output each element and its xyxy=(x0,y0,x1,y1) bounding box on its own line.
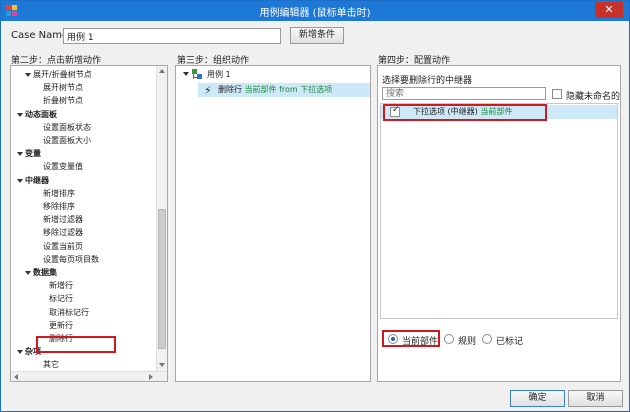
expand-toggle-icon[interactable] xyxy=(17,152,23,157)
action-tree-item[interactable]: 设置当前页 xyxy=(43,241,83,253)
scroll-up-icon[interactable] xyxy=(159,69,165,73)
scroll-thumb[interactable] xyxy=(158,209,166,349)
add-condition-button[interactable]: 新增条件 xyxy=(290,27,344,44)
action-tree-item[interactable]: 设置面板状态 xyxy=(43,122,91,134)
action-tree-item[interactable]: 设置每页项目数 xyxy=(43,254,99,266)
expand-toggle-icon[interactable] xyxy=(17,350,23,355)
select-repeater-label: 选择要删除行的中继器 xyxy=(382,76,473,86)
title-bar[interactable]: 用例编辑器 (鼠标单击时) ✕ xyxy=(1,1,629,21)
action-tree-item[interactable]: 变量 xyxy=(25,148,41,160)
close-button[interactable]: ✕ xyxy=(595,2,623,18)
radio-label-1: 规则 xyxy=(458,337,477,347)
expand-case-icon[interactable] xyxy=(183,72,189,76)
repeater-search-input[interactable] xyxy=(382,87,546,100)
action-detail: 当前部件 from 下拉选项 xyxy=(244,85,333,94)
vertical-scrollbar[interactable] xyxy=(156,66,167,371)
action-node[interactable]: 删除行 当前部件 from 下拉选项 xyxy=(218,84,332,96)
radio-option-2[interactable] xyxy=(482,334,492,344)
cancel-button[interactable]: 取消 xyxy=(568,390,623,407)
action-tree-item[interactable]: 新增行 xyxy=(49,280,73,292)
scroll-down-icon[interactable] xyxy=(159,363,165,367)
case-name-input[interactable] xyxy=(63,28,281,44)
action-tree-item[interactable]: 设置变量值 xyxy=(43,161,83,173)
action-tree-item[interactable]: 移除过滤器 xyxy=(43,227,83,239)
action-tree-item[interactable]: 展开树节点 xyxy=(43,82,83,94)
scroll-left-icon[interactable] xyxy=(14,374,18,380)
ok-button[interactable]: 确定 xyxy=(510,390,565,407)
highlight-current-widget xyxy=(382,330,440,347)
action-tree-item[interactable]: 展开/折叠树节点 xyxy=(33,69,92,81)
action-label: 删除行 xyxy=(218,85,242,94)
hide-unnamed-checkbox[interactable] xyxy=(552,89,562,99)
case-name-label: Case Name xyxy=(11,30,69,41)
window-title: 用例编辑器 (鼠标单击时) xyxy=(259,8,371,19)
action-tree-item[interactable]: 其它 xyxy=(43,359,59,371)
expand-toggle-icon[interactable] xyxy=(17,112,23,117)
lightning-icon: ⚡ xyxy=(204,84,212,97)
action-tree-item[interactable]: 更新行 xyxy=(49,320,73,332)
case-editor-window: 用例编辑器 (鼠标单击时) ✕ Case Name 新增条件 第二步：点击新增动… xyxy=(0,0,630,412)
highlight-delete-row xyxy=(36,336,116,353)
action-tree-item[interactable]: 折叠树节点 xyxy=(43,95,83,107)
repeater-list: ✓ 下拉选项 (中继器) 当前部件 xyxy=(380,103,618,319)
action-tree-item[interactable]: 动态面板 xyxy=(25,109,57,121)
action-tree-item[interactable]: 设置面板大小 xyxy=(43,135,91,147)
radio-label-2: 已标记 xyxy=(496,337,524,347)
case-node[interactable]: 用例 1 xyxy=(207,69,231,81)
step3-organize-panel: 用例 1 ⚡ 删除行 当前部件 from 下拉选项 xyxy=(175,65,371,382)
close-icon: ✕ xyxy=(604,3,614,16)
action-tree-item[interactable]: 新增排序 xyxy=(43,188,75,200)
action-tree-item[interactable]: 数据集 xyxy=(33,267,57,279)
horizontal-scrollbar[interactable] xyxy=(11,371,167,381)
action-tree-item[interactable]: 中继器 xyxy=(25,175,49,187)
action-tree-item[interactable]: 取消标记行 xyxy=(49,307,89,319)
action-tree-item[interactable]: 移除排序 xyxy=(43,201,75,213)
hide-unnamed-label: 隐藏未命名的 xyxy=(566,92,621,102)
action-tree-item[interactable]: 新增过滤器 xyxy=(43,214,83,226)
expand-toggle-icon[interactable] xyxy=(25,73,31,77)
highlight-repeater-item xyxy=(383,104,547,121)
expand-toggle-icon[interactable] xyxy=(25,271,31,275)
radio-option-1[interactable] xyxy=(444,334,454,344)
step2-action-tree: 展开/折叠树节点 展开树节点 折叠树节点动态面板 设置面板状态 设置面板大小 变量 设置变量… xyxy=(10,65,168,382)
action-tree-item[interactable]: 标记行 xyxy=(49,293,73,305)
case-icon xyxy=(192,69,203,80)
expand-toggle-icon[interactable] xyxy=(17,178,23,183)
scroll-right-icon[interactable] xyxy=(149,374,153,380)
